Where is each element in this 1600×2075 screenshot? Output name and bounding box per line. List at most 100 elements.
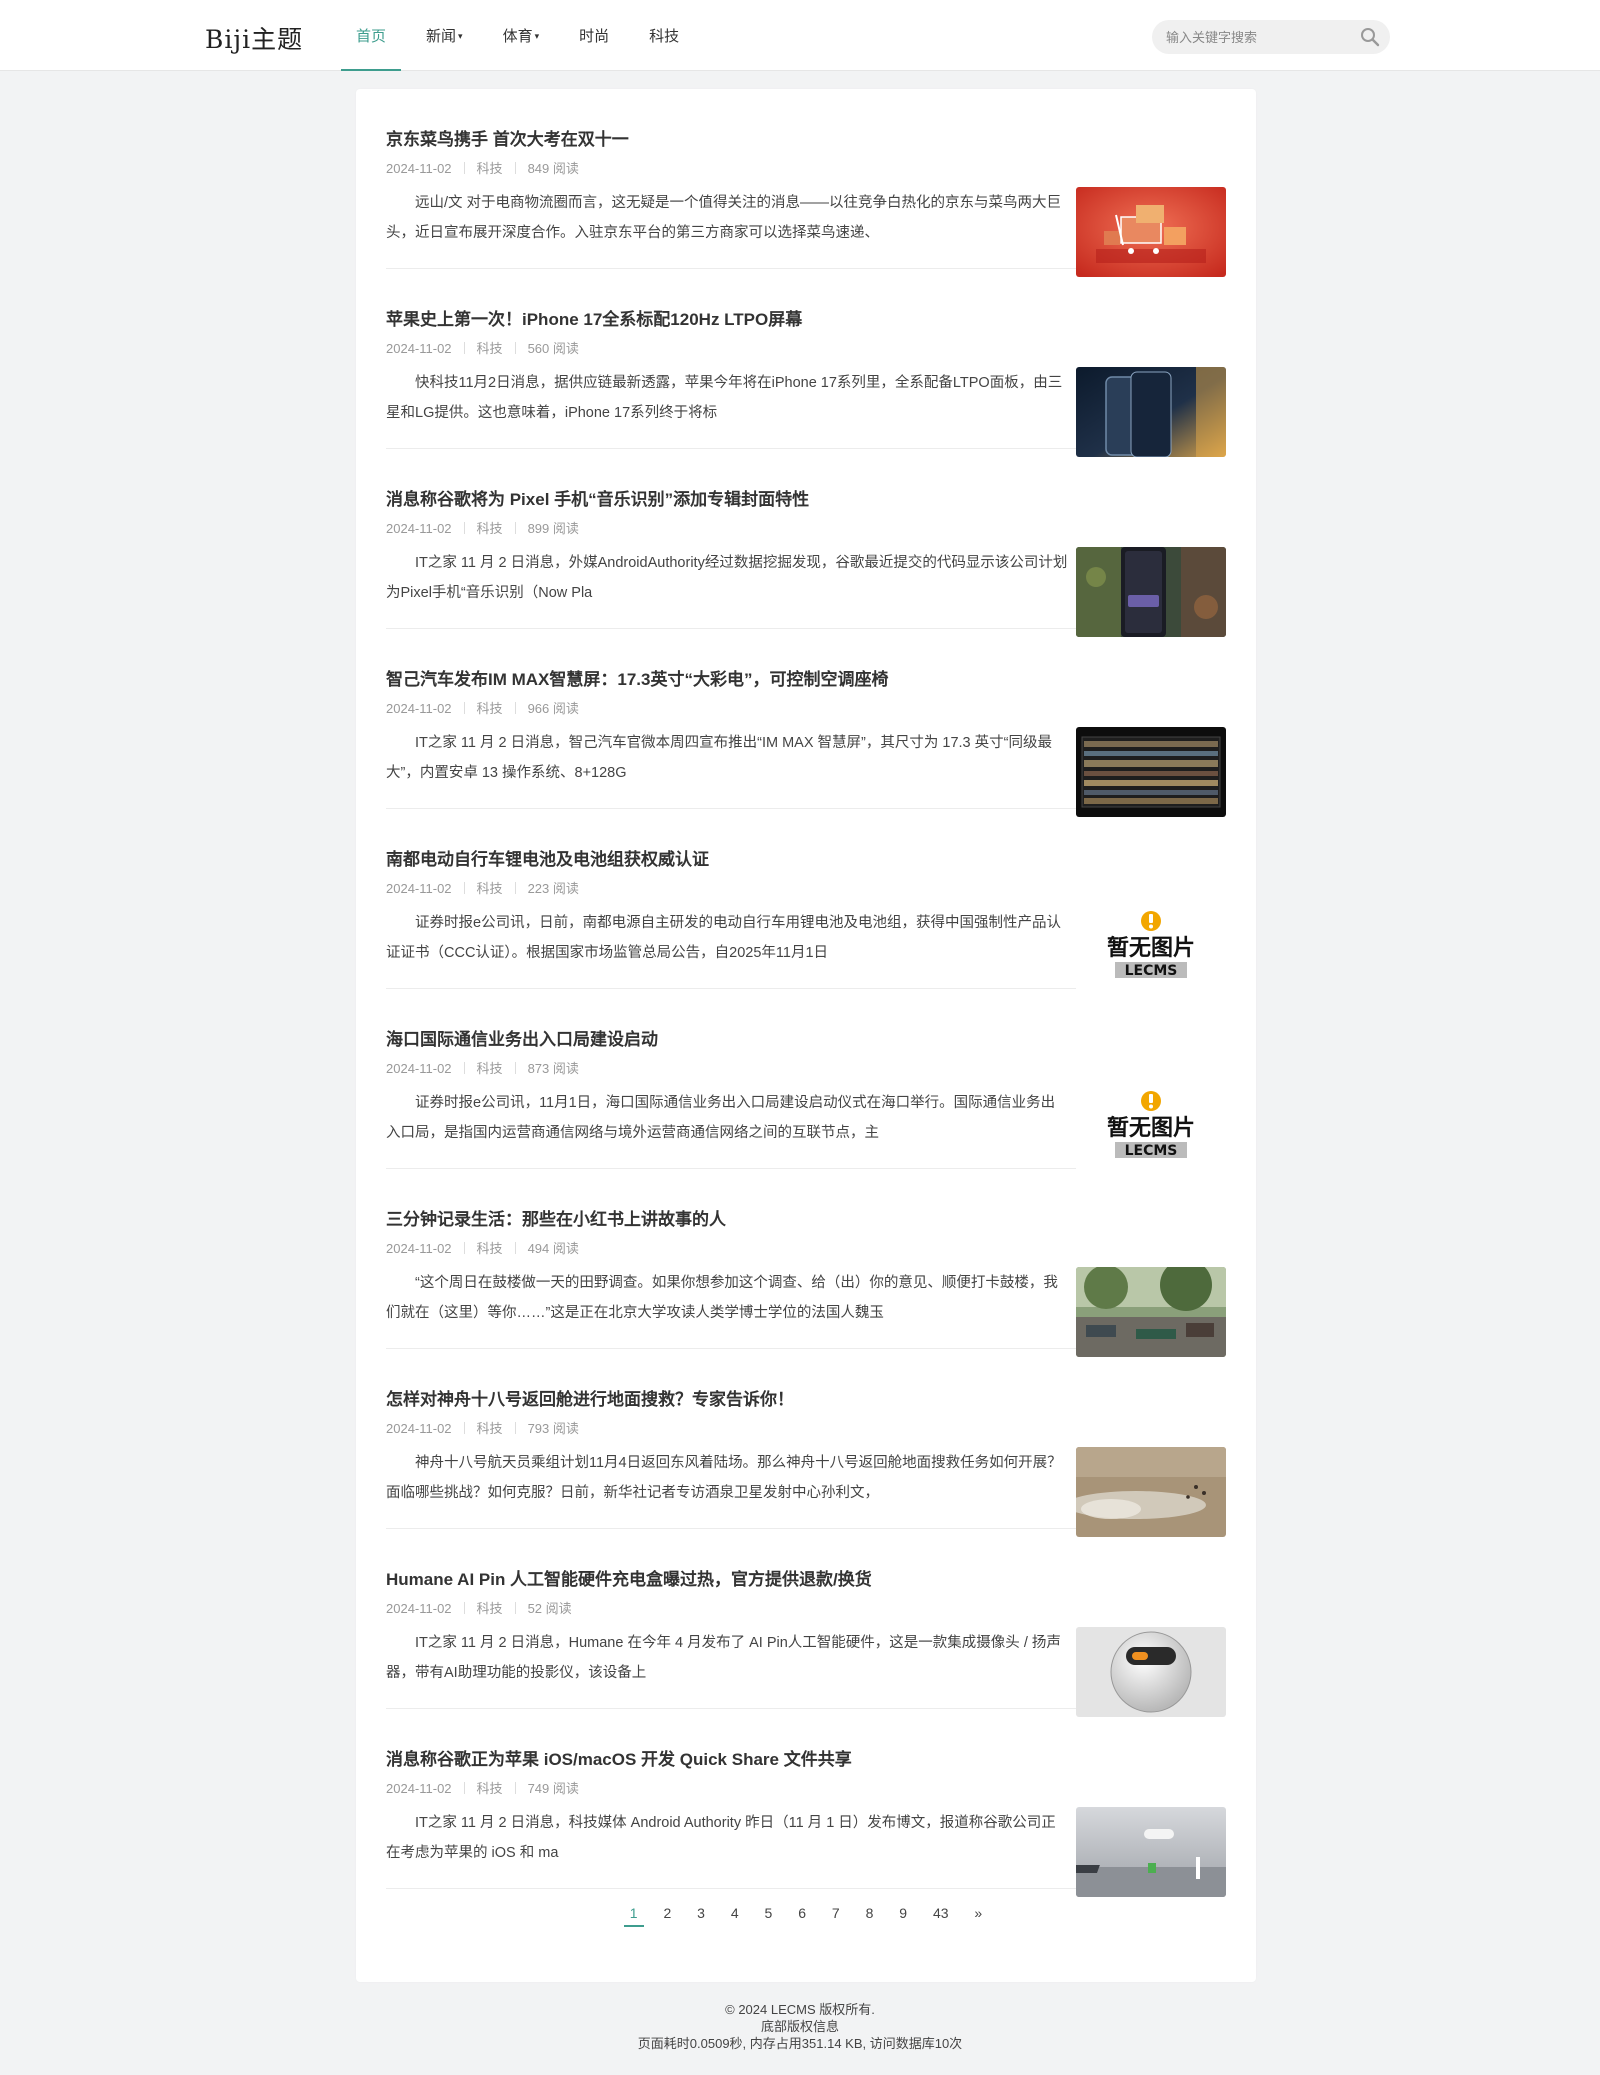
page-link-5[interactable]: 5 xyxy=(765,1901,773,1925)
nav-item-sports[interactable]: 体育 ▾ xyxy=(488,0,555,71)
article-excerpt: 神舟十八号航天员乘组计划11月4日返回东风着陆场。那么神舟十八号返回舱地面搜救任… xyxy=(386,1455,1062,1501)
page-next-button[interactable]: » xyxy=(974,1901,982,1925)
article-excerpt: IT之家 11 月 2 日消息，Humane 在今年 4 月发布了 AI Pin… xyxy=(386,1635,1061,1681)
article-meta: 2024-11-02 科技 749 阅读 xyxy=(386,1778,579,1797)
nav-item-fashion[interactable]: 时尚 xyxy=(564,0,624,71)
article-views: 873 阅读 xyxy=(527,1061,579,1076)
article-meta: 2024-11-02 科技 560 阅读 xyxy=(386,338,579,357)
article-thumbnail[interactable] xyxy=(1076,1627,1226,1717)
article-category[interactable]: 科技 xyxy=(477,1418,503,1437)
article-meta: 2024-11-02 科技 899 阅读 xyxy=(386,518,579,537)
article-thumbnail[interactable] xyxy=(1076,187,1226,277)
article-title[interactable]: 消息称谷歌正为苹果 iOS/macOS 开发 Quick Share 文件共享 xyxy=(386,1745,1206,1770)
page-link-7[interactable]: 7 xyxy=(832,1901,840,1925)
article-item: 三分钟记录生活：那些在小红书上讲故事的人 2024-11-02 科技 494 阅读 … xyxy=(386,1169,1226,1357)
article-category[interactable]: 科技 xyxy=(477,878,503,897)
article-views: 223 阅读 xyxy=(527,881,579,896)
no-image-placeholder: 暂无图片 LECMS xyxy=(1076,1087,1226,1177)
article-item: Humane AI Pin 人工智能硬件充电盒曝过热，官方提供退款/换货 202… xyxy=(386,1529,1226,1717)
nav-item-label: 首页 xyxy=(356,28,387,45)
article-category[interactable]: 科技 xyxy=(477,1058,503,1077)
car-screen-photo xyxy=(1076,727,1226,817)
meta-divider xyxy=(463,1422,465,1434)
page-link-6[interactable]: 6 xyxy=(798,1901,806,1925)
page-link-3[interactable]: 3 xyxy=(697,1901,705,1925)
article-date: 2024-11-02 xyxy=(386,701,452,716)
caret-down-icon: ▾ xyxy=(458,31,463,41)
article-category[interactable]: 科技 xyxy=(477,518,503,537)
site-logo[interactable]: Biji主题 xyxy=(205,20,303,56)
article-category[interactable]: 科技 xyxy=(477,1778,503,1797)
page-link-2[interactable]: 2 xyxy=(663,1901,671,1925)
article-title[interactable]: 怎样对神舟十八号返回舱进行地面搜救？专家告诉你！ xyxy=(386,1385,1206,1410)
article-category[interactable]: 科技 xyxy=(477,698,503,717)
meta-divider xyxy=(463,882,465,894)
main-nav: 首页 新闻 ▾ 体育 ▾ 时尚 科技 xyxy=(341,0,704,71)
top-navbar: Biji主题 首页 新闻 ▾ 体育 ▾ 时尚 科技 xyxy=(0,0,1600,71)
article-thumbnail[interactable]: 暂无图片 LECMS xyxy=(1076,1087,1226,1177)
nav-item-home[interactable]: 首页 xyxy=(341,0,402,71)
nav-item-news[interactable]: 新闻 ▾ xyxy=(411,0,478,71)
article-title[interactable]: 智己汽车发布IM MAX智慧屏：17.3英寸“大彩电”，可控制空调座椅 xyxy=(386,665,1206,690)
nav-item-tech[interactable]: 科技 xyxy=(634,0,694,71)
article-title[interactable]: Humane AI Pin 人工智能硬件充电盒曝过热，官方提供退款/换货 xyxy=(386,1565,1206,1590)
article-views: 899 阅读 xyxy=(527,521,579,536)
page-link-9[interactable]: 9 xyxy=(899,1901,907,1925)
article-title[interactable]: 苹果史上第一次！iPhone 17全系标配120Hz LTPO屏幕 xyxy=(386,305,1206,330)
article-meta: 2024-11-02 科技 873 阅读 xyxy=(386,1058,579,1077)
article-item: 怎样对神舟十八号返回舱进行地面搜救？专家告诉你！ 2024-11-02 科技 793… xyxy=(386,1349,1226,1537)
nav-item-label: 新闻 xyxy=(426,28,457,45)
meta-divider xyxy=(514,882,516,894)
article-date: 2024-11-02 xyxy=(386,1601,452,1616)
meta-divider xyxy=(514,702,516,714)
meta-divider xyxy=(514,342,516,354)
nav-item-label: 体育 xyxy=(502,28,533,45)
meta-divider xyxy=(463,1602,465,1614)
street-photo xyxy=(1076,1267,1226,1357)
article-excerpt: 快科技11月2日消息，据供应链最新透露，苹果今年将在iPhone 17系列里，全… xyxy=(386,375,1063,421)
article-date: 2024-11-02 xyxy=(386,341,452,356)
article-thumbnail[interactable] xyxy=(1076,1447,1226,1537)
no-image-brand: LECMS xyxy=(1125,1143,1178,1159)
desert-photo xyxy=(1076,1447,1226,1537)
page-link-8[interactable]: 8 xyxy=(866,1901,874,1925)
article-excerpt: “这个周日在鼓楼做一天的田野调查。如果你想参加这个调查、给（出）你的意见、顺便打… xyxy=(386,1275,1058,1321)
meta-divider xyxy=(463,522,465,534)
article-category[interactable]: 科技 xyxy=(477,338,503,357)
meta-divider xyxy=(463,342,465,354)
article-thumbnail[interactable] xyxy=(1076,367,1226,457)
page-link-43[interactable]: 43 xyxy=(933,1901,949,1925)
article-title[interactable]: 海口国际通信业务出入口局建设启动 xyxy=(386,1025,1206,1050)
page-link-1[interactable]: 1 xyxy=(623,1901,644,1927)
article-category[interactable]: 科技 xyxy=(477,1238,503,1257)
article-list-card: 京东菜鸟携手 首次大考在双十一 2024-11-02 科技 849 阅读 远山/文 … xyxy=(356,89,1256,1982)
article-title[interactable]: 南都电动自行车锂电池及电池组获权威认证 xyxy=(386,845,1206,870)
article-date: 2024-11-02 xyxy=(386,881,452,896)
article-thumbnail[interactable] xyxy=(1076,1807,1226,1897)
search-input[interactable] xyxy=(1152,20,1342,54)
article-date: 2024-11-02 xyxy=(386,1061,452,1076)
article-meta: 2024-11-02 科技 793 阅读 xyxy=(386,1418,579,1437)
search-button[interactable] xyxy=(1358,25,1382,49)
page-link-4[interactable]: 4 xyxy=(731,1901,739,1925)
article-title[interactable]: 三分钟记录生活：那些在小红书上讲故事的人 xyxy=(386,1205,1206,1230)
nav-item-label: 科技 xyxy=(649,28,680,45)
article-item: 京东菜鸟携手 首次大考在双十一 2024-11-02 科技 849 阅读 远山/文 … xyxy=(386,89,1226,277)
article-meta: 2024-11-02 科技 223 阅读 xyxy=(386,878,579,897)
footer-info: 底部版权信息 xyxy=(760,2019,839,2034)
article-category[interactable]: 科技 xyxy=(477,1598,503,1617)
meta-divider xyxy=(463,162,465,174)
article-item: 消息称谷歌正为苹果 iOS/macOS 开发 Quick Share 文件共享 … xyxy=(386,1709,1226,1897)
article-title[interactable]: 消息称谷歌将为 Pixel 手机“音乐识别”添加专辑封面特性 xyxy=(386,485,1206,510)
article-category[interactable]: 科技 xyxy=(477,158,503,177)
meta-divider xyxy=(514,162,516,174)
article-thumbnail[interactable] xyxy=(1076,1267,1226,1357)
article-thumbnail[interactable]: 暂无图片 LECMS xyxy=(1076,907,1226,997)
article-title[interactable]: 京东菜鸟携手 首次大考在双十一 xyxy=(386,125,1206,150)
no-image-placeholder: 暂无图片 LECMS xyxy=(1076,907,1226,997)
meta-divider xyxy=(463,702,465,714)
article-views: 793 阅读 xyxy=(527,1421,579,1436)
no-image-brand: LECMS xyxy=(1125,963,1178,979)
article-thumbnail[interactable] xyxy=(1076,547,1226,637)
article-thumbnail[interactable] xyxy=(1076,727,1226,817)
